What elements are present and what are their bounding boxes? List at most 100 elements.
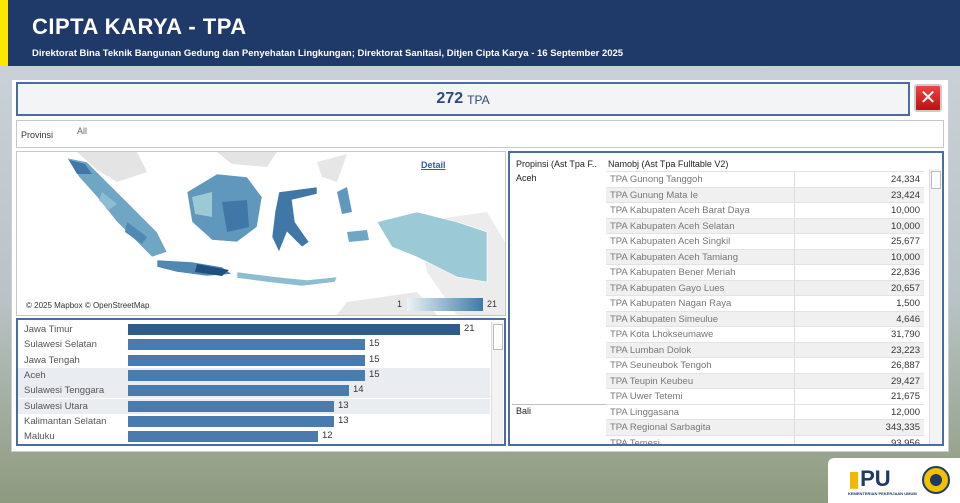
bar-row[interactable]: Aceh 15: [18, 367, 490, 383]
tpa-name: TPA Lumban Dolok: [610, 344, 692, 356]
table-row[interactable]: TPA Uwer Tetemi 21,675: [606, 388, 924, 405]
table-row[interactable]: TPA Gunong Tanggoh 24,334: [606, 171, 924, 188]
column-divider: [794, 234, 795, 250]
table-scroll-thumb[interactable]: [931, 171, 941, 189]
tpa-name: TPA Kabupaten Aceh Singkil: [610, 236, 731, 247]
tpa-name: TPA Gunung Mata Ie: [610, 189, 699, 201]
column-divider: [794, 420, 795, 436]
table-row[interactable]: TPA Gunung Mata Ie 23,424: [606, 186, 924, 203]
logo-text: ▮PU: [848, 466, 891, 491]
bar-row[interactable]: Jawa Timur 21: [18, 322, 490, 337]
tpa-value: 31,790: [890, 329, 920, 340]
table-row[interactable]: TPA Kabupaten Bener Meriah 22,836: [606, 264, 924, 281]
bar-fill[interactable]: [128, 354, 365, 366]
tpa-name: TPA Seuneubok Tengoh: [610, 360, 712, 371]
tpa-name: TPA Teupin Keubeu: [610, 375, 694, 387]
table-row[interactable]: TPA Kabupaten Aceh Singkil 25,677: [606, 233, 924, 250]
filter-label: Provinsi: [21, 130, 54, 140]
tpa-name: TPA Temesi: [610, 437, 660, 446]
tpa-name: TPA Regional Sarbagita: [610, 422, 711, 433]
column-divider: [794, 342, 795, 358]
table-row[interactable]: TPA Linggasana 12,000: [606, 403, 924, 420]
pu-logo: ▮PU KEMENTERIAN PEKERJAAN UMUM: [828, 458, 960, 503]
table-row[interactable]: TPA Kabupaten Aceh Selatan 10,000: [606, 217, 924, 234]
table-row[interactable]: TPA Kabupaten Gayo Lues 20,657: [606, 279, 924, 296]
column-divider: [794, 187, 795, 203]
table-row[interactable]: TPA Kota Lhokseumawe 31,790: [606, 326, 924, 343]
tpa-name: TPA Kota Lhokseumawe: [610, 329, 714, 340]
indonesia-map[interactable]: Detail © 2025 Mapbox © OpenStreetMap 1 2…: [16, 151, 506, 316]
bar-row[interactable]: Sulawesi Utara 13: [18, 398, 490, 414]
bar-value: 15: [369, 338, 380, 350]
tpa-value: 23,424: [890, 189, 920, 201]
bar-fill[interactable]: [128, 339, 365, 351]
tpa-name: TPA Kabupaten Aceh Tamiang: [610, 251, 738, 263]
close-button[interactable]: ✕: [914, 84, 942, 112]
column-divider: [794, 327, 795, 343]
map-canvas: [17, 152, 505, 315]
table-row[interactable]: TPA Kabupaten Aceh Barat Daya 10,000: [606, 202, 924, 219]
bar-fill[interactable]: [128, 400, 334, 412]
tpa-value: 21,675: [890, 391, 920, 402]
column-divider: [794, 404, 795, 420]
tpa-value: 26,887: [890, 360, 920, 371]
tpa-value: 29,427: [890, 375, 920, 387]
bar-fill[interactable]: [128, 431, 318, 443]
page-subtitle: Direktorat Bina Teknik Bangunan Gedung d…: [32, 48, 624, 59]
tpa-value: 24,334: [890, 174, 920, 185]
column-divider: [794, 373, 795, 389]
bar-label: Kalimantan Selatan: [24, 415, 107, 427]
table-row[interactable]: TPA Temesi 93,956: [606, 434, 924, 446]
tpa-value: 10,000: [890, 205, 920, 216]
bar-value: 21: [464, 323, 475, 334]
bar-label: Sulawesi Tenggara: [24, 385, 105, 397]
table-row[interactable]: TPA Kabupaten Simeulue 4,646: [606, 310, 924, 327]
bar-row[interactable]: Sulawesi Selatan 15: [18, 337, 490, 352]
tpa-value: 4,646: [896, 313, 920, 325]
close-icon: ✕: [919, 87, 937, 109]
table-row[interactable]: TPA Lumban Dolok 23,223: [606, 341, 924, 358]
legend-gradient: [407, 298, 483, 311]
page-title: CIPTA KARYA - TPA: [32, 14, 247, 39]
bar-label: Sulawesi Selatan: [24, 339, 97, 351]
bar-scrollbar[interactable]: [491, 322, 503, 444]
table-row[interactable]: TPA Kabupaten Aceh Tamiang 10,000: [606, 248, 924, 265]
table-row[interactable]: TPA Teupin Keubeu 29,427: [606, 372, 924, 389]
tpa-name: TPA Kabupaten Aceh Selatan: [610, 220, 735, 232]
bar-label: Jawa Timur: [24, 324, 73, 335]
bar-value: 15: [369, 353, 380, 365]
bar-fill[interactable]: [128, 324, 460, 335]
table-row[interactable]: TPA Kabupaten Nagan Raya 1,500: [606, 295, 924, 312]
tpa-value: 20,657: [890, 282, 920, 294]
bar-value: 15: [369, 368, 380, 380]
column-divider: [794, 389, 795, 405]
column-divider: [794, 172, 795, 188]
bar-fill[interactable]: [128, 369, 365, 381]
table-row[interactable]: TPA Regional Sarbagita 343,335: [606, 419, 924, 436]
bar-label: Sulawesi Utara: [24, 400, 88, 412]
bar-row[interactable]: Maluku 12: [18, 429, 490, 444]
bar-row[interactable]: Sulawesi Tenggara 14: [18, 383, 490, 399]
province-filter[interactable]: Provinsi All: [16, 120, 944, 148]
tpa-value: 10,000: [890, 251, 920, 263]
app-header: CIPTA KARYA - TPA Direktorat Bina Teknik…: [0, 0, 960, 66]
tpa-value: 10,000: [890, 220, 920, 232]
tpa-name: TPA Gunong Tanggoh: [610, 174, 703, 185]
bar-label: Maluku: [24, 431, 55, 443]
bar-row[interactable]: Kalimantan Selatan 13: [18, 414, 490, 429]
tpa-name: TPA Linggasana: [610, 406, 680, 418]
header-accent: [0, 0, 8, 66]
tpa-name: TPA Kabupaten Nagan Raya: [610, 298, 732, 309]
table-scrollbar[interactable]: [929, 169, 941, 444]
filter-value[interactable]: All: [77, 126, 87, 136]
bar-scroll-thumb[interactable]: [493, 324, 503, 350]
bar-fill[interactable]: [128, 385, 349, 397]
header-namobj[interactable]: Namobj (Ast Tpa Fulltable V2): [608, 159, 728, 169]
bar-row[interactable]: Jawa Tengah 15: [18, 353, 490, 368]
header-provinsi[interactable]: Propinsi (Ast Tpa F..: [516, 159, 597, 169]
detail-link[interactable]: Detail: [421, 160, 446, 170]
bar-fill[interactable]: [128, 415, 334, 427]
table-row[interactable]: TPA Seuneubok Tengoh 26,887: [606, 357, 924, 374]
column-divider: [794, 296, 795, 312]
column-divider: [794, 280, 795, 296]
